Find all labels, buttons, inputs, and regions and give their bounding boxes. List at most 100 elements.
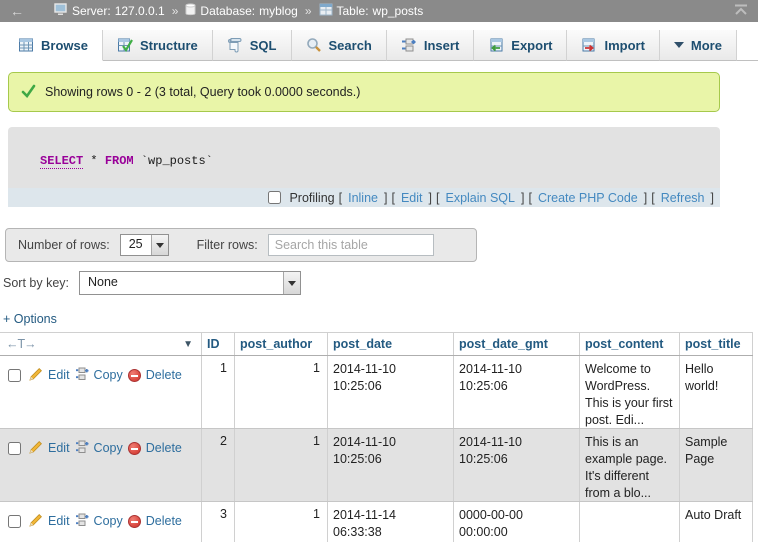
column-header-post-date-gmt[interactable]: post_date_gmt <box>454 333 580 355</box>
cell-post-title: Auto Draft <box>680 502 753 542</box>
table-row: Edit Copy Delete 1 1 2014-11-10 10:25:06… <box>0 356 753 429</box>
number-of-rows-select[interactable]: 25 <box>120 234 169 256</box>
breadcrumb-database[interactable]: Database: myblog <box>185 3 297 19</box>
sql-toolbar: Profiling [ Inline ] [ Edit ] [ Explain … <box>8 188 720 207</box>
chevron-down-icon <box>674 42 684 48</box>
profiling-checkbox[interactable] <box>268 191 281 204</box>
sort-caret-icon[interactable]: ▼ <box>183 339 193 350</box>
browse-icon <box>18 37 34 53</box>
tab-more[interactable]: More <box>660 30 737 61</box>
import-icon <box>581 37 597 53</box>
cell-post-date: 2014-11-14 06:33:38 <box>328 502 454 542</box>
select-dropdown-button[interactable] <box>283 272 300 294</box>
refresh-link[interactable]: Refresh <box>661 191 705 205</box>
breadcrumb-server-value: 127.0.0.1 <box>115 4 165 18</box>
row-actions: Edit Copy Delete <box>0 361 201 385</box>
sql-query: SELECT * FROM `wp_posts` <box>8 127 720 188</box>
cell-post-author: 1 <box>235 429 328 501</box>
row-controls-fieldset: Number of rows: 25 Filter rows: <box>5 228 477 262</box>
cell-id: 1 <box>202 356 235 428</box>
chevron-down-icon <box>156 243 164 248</box>
edit-row-link[interactable]: Edit <box>48 441 70 455</box>
cell-post-author: 1 <box>235 502 328 542</box>
breadcrumb-table-label: Table: <box>337 4 369 18</box>
server-icon <box>54 3 68 19</box>
delete-row-link[interactable]: Delete <box>146 514 182 528</box>
sort-by-key-value: None <box>80 272 283 294</box>
insert-icon <box>401 37 417 53</box>
copy-row-link[interactable]: Copy <box>94 368 123 382</box>
delete-row-link[interactable]: Delete <box>146 368 182 382</box>
cell-post-date: 2014-11-10 10:25:06 <box>328 356 454 428</box>
cell-post-title: Sample Page <box>680 429 753 501</box>
copy-row-link[interactable]: Copy <box>94 514 123 528</box>
breadcrumb-server[interactable]: Server: 127.0.0.1 <box>54 3 165 19</box>
column-header-post-content[interactable]: post_content <box>580 333 680 355</box>
edit-row-link[interactable]: Edit <box>48 514 70 528</box>
breadcrumb-bar: ← Server: 127.0.0.1 » Database: myblog »… <box>0 0 758 22</box>
delete-minus-icon <box>128 442 141 455</box>
select-dropdown-button[interactable] <box>151 235 168 255</box>
tab-insert-label: Insert <box>424 38 459 53</box>
table-icon <box>319 3 333 19</box>
tab-browse-label: Browse <box>41 38 88 53</box>
column-marker-icon[interactable]: ←T→ <box>6 337 36 351</box>
collapse-panel-icon[interactable] <box>734 4 748 19</box>
inline-link[interactable]: Inline <box>348 191 378 205</box>
bracket: [ <box>339 191 342 205</box>
success-check-icon <box>21 84 36 101</box>
edit-query-link[interactable]: Edit <box>401 191 423 205</box>
tab-browse[interactable]: Browse <box>4 30 103 61</box>
status-message: Showing rows 0 - 2 (3 total, Query took … <box>8 72 720 112</box>
tab-search[interactable]: Search <box>292 30 387 61</box>
delete-row-link[interactable]: Delete <box>146 441 182 455</box>
row-checkbox[interactable] <box>8 442 21 455</box>
sql-query-box: SELECT * FROM `wp_posts` Profiling [ Inl… <box>8 127 720 207</box>
tab-import[interactable]: Import <box>567 30 659 61</box>
database-icon <box>185 3 196 19</box>
sort-by-key-select[interactable]: None <box>79 271 301 295</box>
actions-header-cell: ←T→ ▼ <box>0 333 202 355</box>
options-toggle-link[interactable]: + Options <box>3 312 57 326</box>
chevron-down-icon <box>288 281 296 286</box>
column-header-id[interactable]: ID <box>202 333 235 355</box>
row-actions: Edit Copy Delete <box>0 507 201 531</box>
status-message-text: Showing rows 0 - 2 (3 total, Query took … <box>45 85 360 99</box>
edit-pencil-icon <box>29 513 43 530</box>
cell-post-content <box>580 502 680 542</box>
copy-row-icon <box>75 367 89 384</box>
cell-id: 3 <box>202 502 235 542</box>
delete-minus-icon <box>128 515 141 528</box>
cell-post-date-gmt: 2014-11-10 10:25:06 <box>454 429 580 501</box>
breadcrumb: Server: 127.0.0.1 » Database: myblog » T… <box>54 3 423 19</box>
column-header-post-author[interactable]: post_author <box>235 333 328 355</box>
tab-insert[interactable]: Insert <box>387 30 474 61</box>
create-php-code-link[interactable]: Create PHP Code <box>538 191 638 205</box>
tab-sql[interactable]: SQL <box>213 30 292 61</box>
bracket: ] <box>644 191 647 205</box>
bracket: ] <box>521 191 524 205</box>
row-checkbox[interactable] <box>8 369 21 382</box>
profiling-label: Profiling <box>289 191 334 205</box>
cell-post-content: Welcome to WordPress. This is your first… <box>580 356 680 428</box>
sql-keyword-select[interactable]: SELECT <box>40 154 83 169</box>
edit-pencil-icon <box>29 367 43 384</box>
bracket: [ <box>436 191 439 205</box>
back-arrow-icon[interactable]: ← <box>10 3 36 19</box>
column-header-post-title[interactable]: post_title <box>680 333 753 355</box>
cell-post-content: This is an example page. It's different … <box>580 429 680 501</box>
filter-rows-label: Filter rows: <box>197 238 258 252</box>
breadcrumb-table[interactable]: Table: wp_posts <box>319 3 424 19</box>
cell-post-date-gmt: 2014-11-10 10:25:06 <box>454 356 580 428</box>
number-of-rows-value: 25 <box>121 235 151 255</box>
column-header-post-date[interactable]: post_date <box>328 333 454 355</box>
tab-export[interactable]: Export <box>474 30 567 61</box>
copy-row-link[interactable]: Copy <box>94 441 123 455</box>
bracket: [ <box>391 191 394 205</box>
copy-row-icon <box>75 440 89 457</box>
explain-sql-link[interactable]: Explain SQL <box>445 191 514 205</box>
tab-structure[interactable]: Structure <box>103 30 213 61</box>
row-checkbox[interactable] <box>8 515 21 528</box>
filter-rows-input[interactable] <box>268 234 434 256</box>
edit-row-link[interactable]: Edit <box>48 368 70 382</box>
